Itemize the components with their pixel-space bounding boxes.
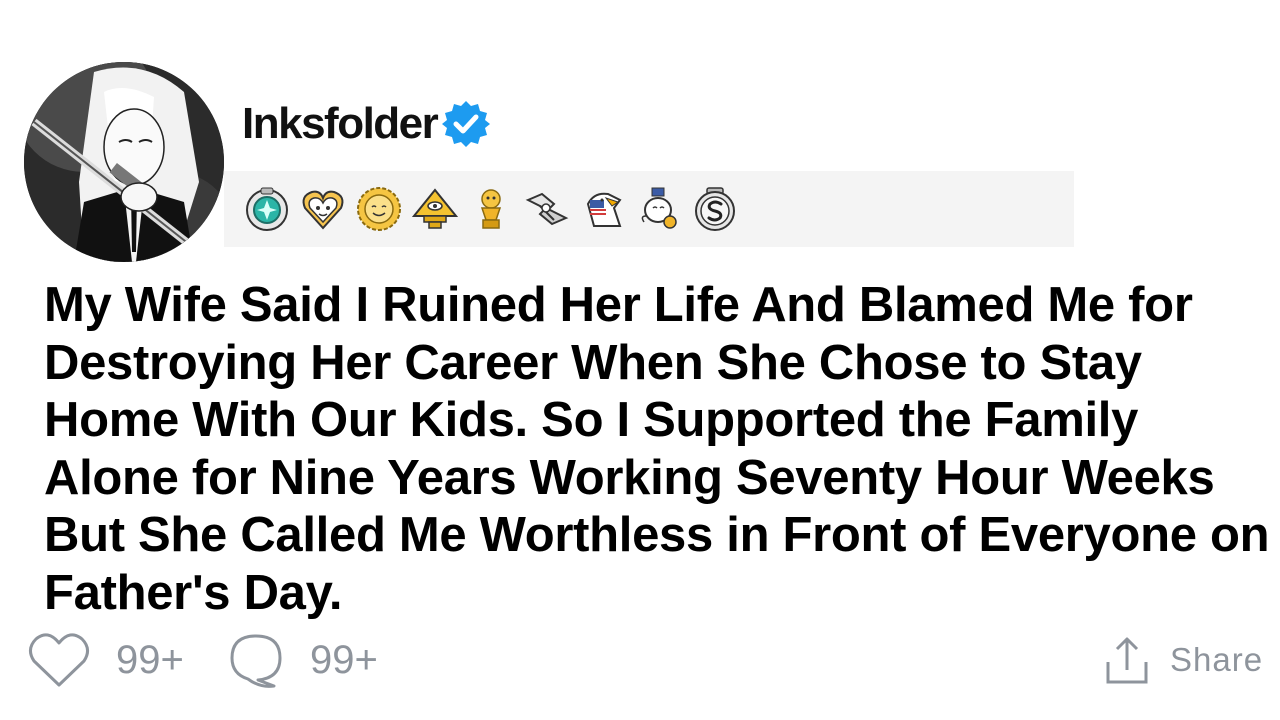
sun-face-award-icon[interactable] [354,184,404,234]
gold-trophy-award-icon[interactable] [466,184,516,234]
username-row: Inksfolder [242,94,491,154]
comment-bubble-icon [230,634,282,688]
share-label: Share [1170,641,1264,678]
pyramid-eye-award-icon[interactable] [410,184,460,234]
eagle-flag-award-icon[interactable] [578,184,628,234]
verified-badge-icon [442,101,491,147]
silver-s-award-icon[interactable] [690,184,740,234]
awards-bar [224,171,1074,247]
post-card: Inksfolder My Wife Said I Ruined Her Lif… [0,0,1280,720]
helpful-gem-award-icon[interactable] [242,184,292,234]
cherub-award-icon[interactable] [634,184,684,234]
handshake-award-icon[interactable] [522,184,572,234]
avatar[interactable] [24,62,224,262]
post-title: My Wife Said I Ruined Her Life And Blame… [44,278,1270,620]
post-actions: 99+ 99+ Share [0,628,1280,698]
wholesome-heart-award-icon[interactable] [298,184,348,234]
comment-button[interactable]: 99+ [228,628,378,692]
like-button[interactable]: 99+ [28,628,184,692]
share-icon [1106,637,1148,684]
heart-icon [29,633,89,687]
username[interactable]: Inksfolder [242,99,439,149]
comment-count: 99+ [310,637,378,682]
like-count: 99+ [116,637,184,682]
share-button[interactable]: Share [1104,628,1263,692]
